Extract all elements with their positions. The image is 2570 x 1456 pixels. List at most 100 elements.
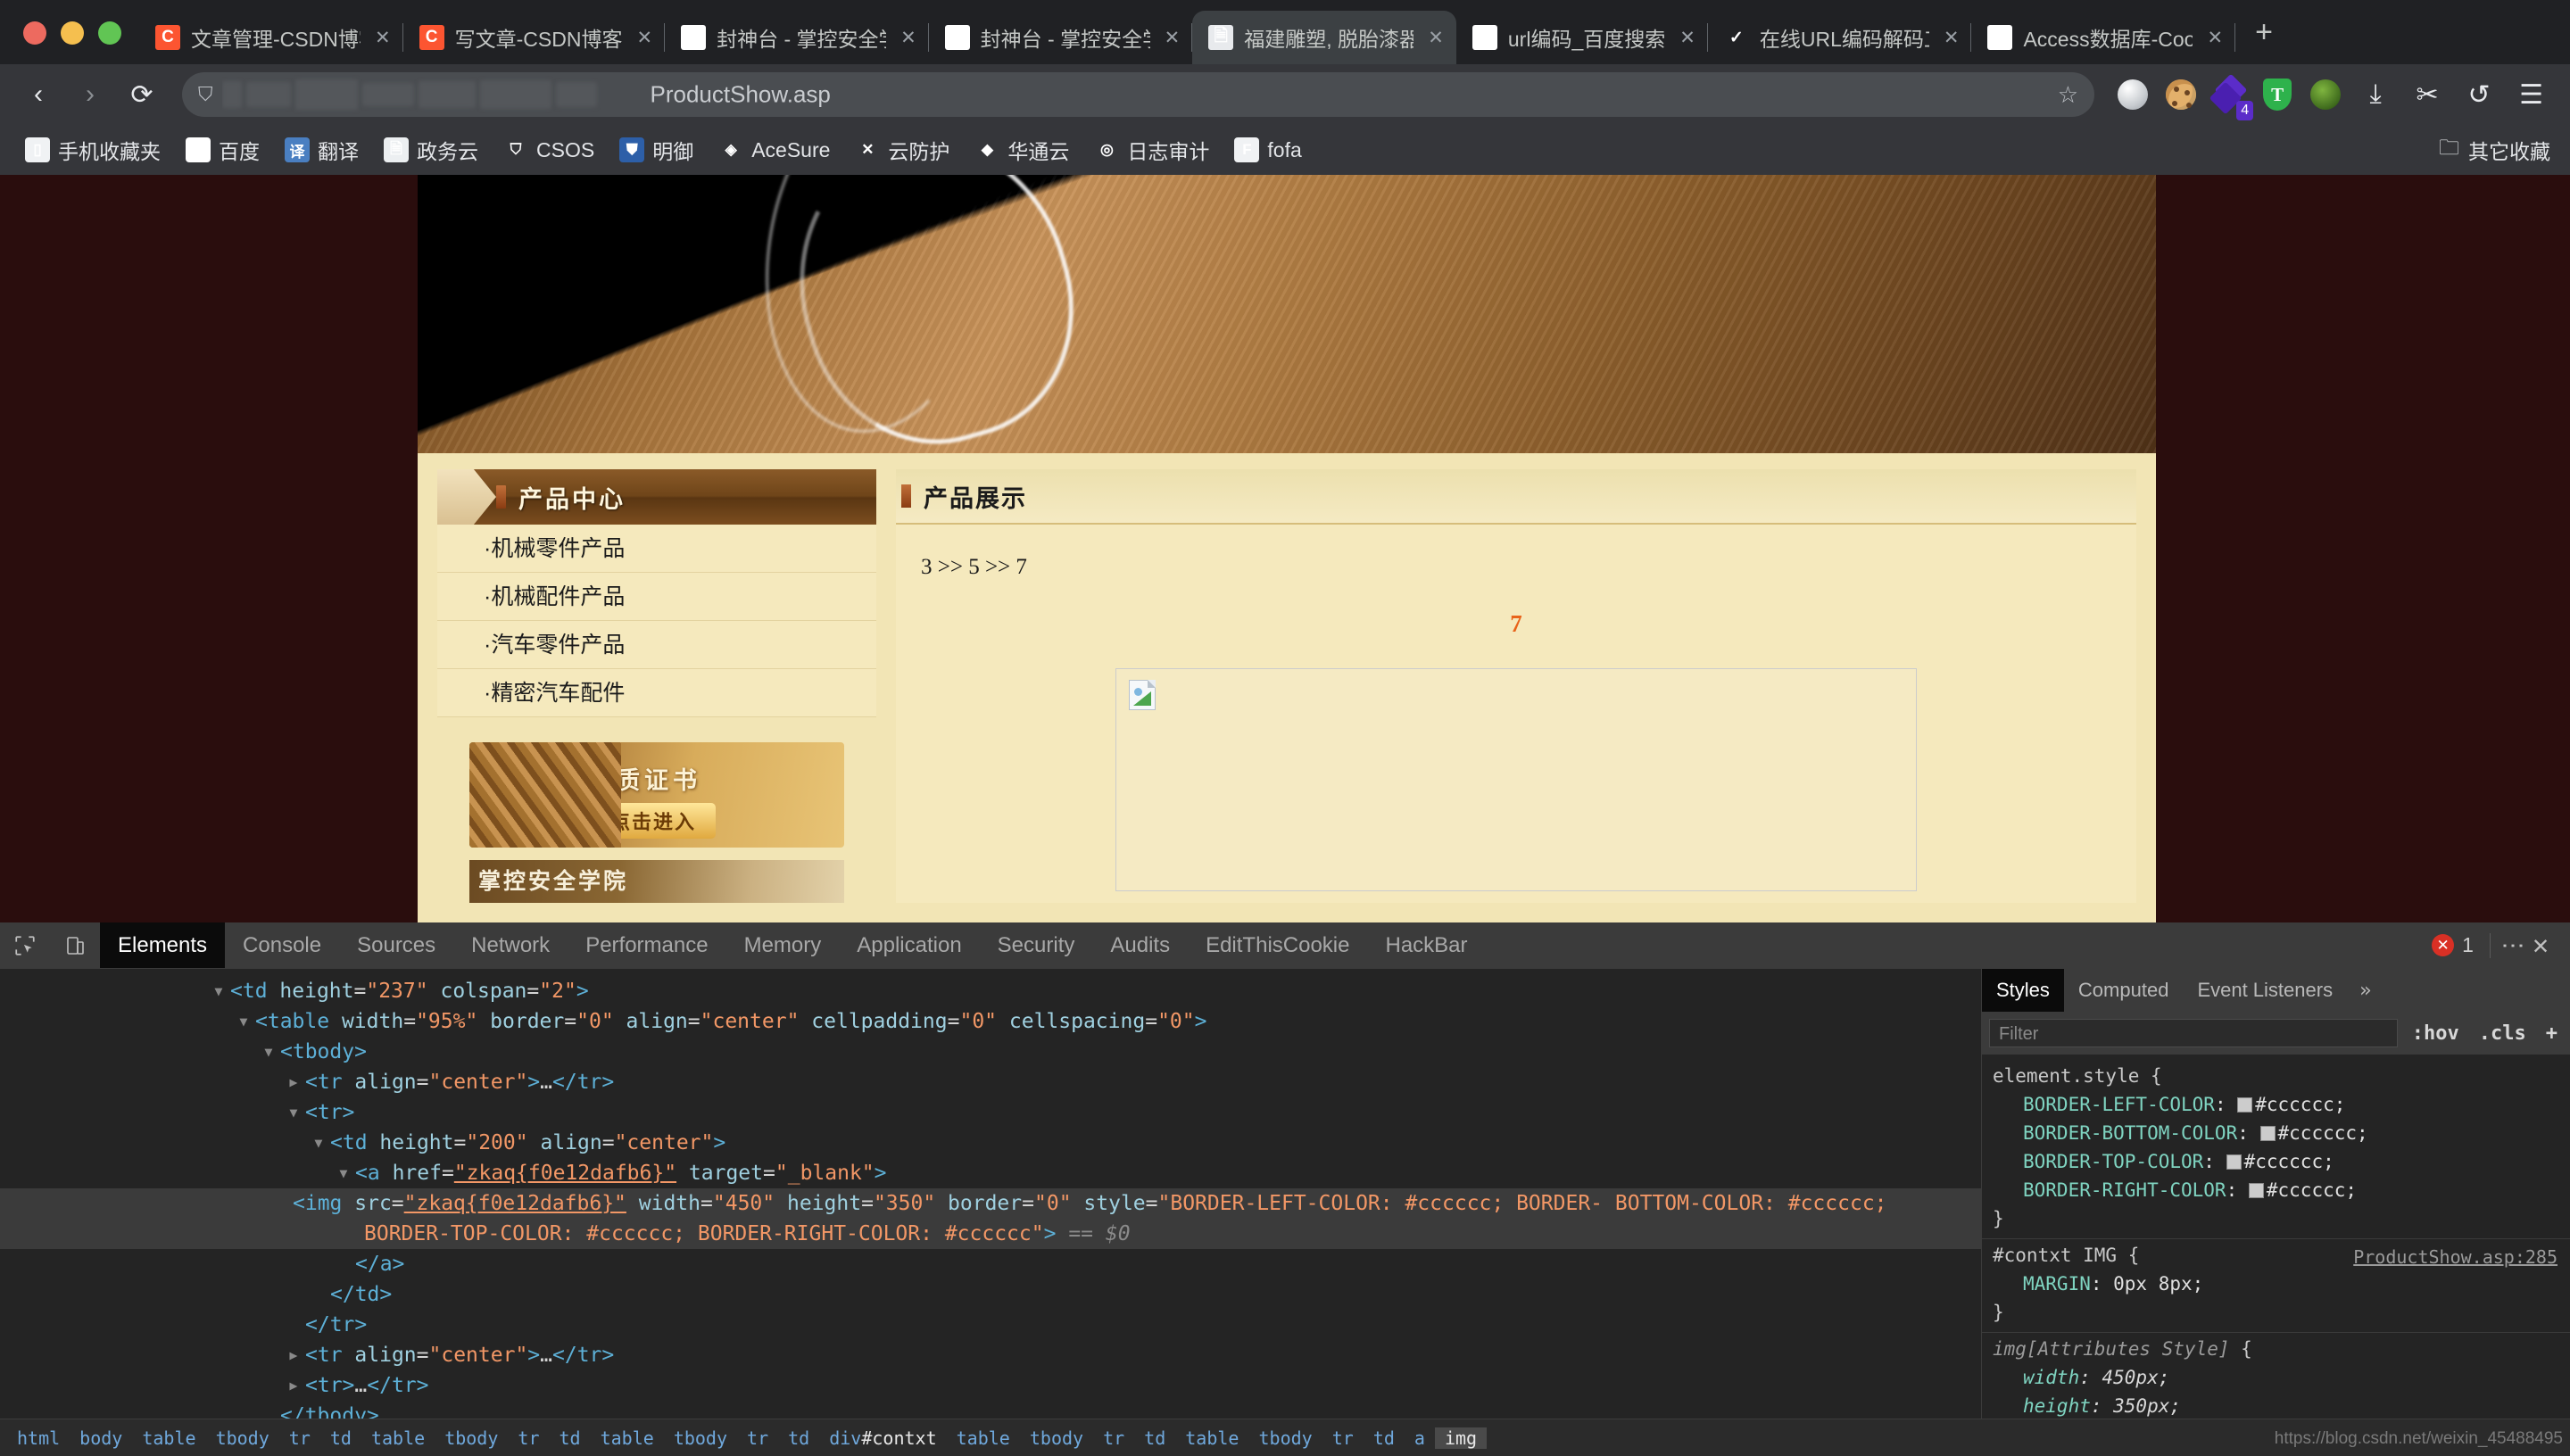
dom-tree-line[interactable]: ▾ <tr> <box>0 1097 1981 1128</box>
sidebar-item-3[interactable]: ·精密汽车配件 <box>437 669 876 717</box>
expand-triangle-icon[interactable] <box>312 1279 330 1310</box>
hov-toggle-button[interactable]: :hov <box>2407 1022 2465 1045</box>
breadcrumb-node-a[interactable]: a <box>1405 1427 1435 1449</box>
dragon-extension-icon[interactable] <box>2303 72 2348 117</box>
devtools-more-button[interactable]: ⋮ <box>2500 934 2526 957</box>
devtools-tab-console[interactable]: Console <box>225 922 339 968</box>
bookmark-6[interactable]: ◈ AceSure <box>706 137 842 162</box>
dom-tree-line[interactable]: ▸ <tr>…</tr> <box>0 1370 1981 1401</box>
download-icon[interactable]: ⤓ <box>2351 70 2400 119</box>
breadcrumb-node-table[interactable]: table <box>1175 1427 1248 1449</box>
breadcrumb-node-td[interactable]: td <box>550 1427 591 1449</box>
other-bookmarks-button[interactable]: 🗀 其它收藏 <box>2439 133 2558 168</box>
new-style-rule-button[interactable]: + <box>2541 1022 2563 1045</box>
breadcrumb-node-tbody[interactable]: tbody <box>664 1427 737 1449</box>
expand-triangle-icon[interactable]: ▾ <box>212 976 230 1006</box>
dom-tree-line[interactable]: </tbody> <box>0 1401 1981 1419</box>
browser-tab-7[interactable]: 冈 Access数据库-Cookie ✕ <box>1971 11 2235 64</box>
breadcrumb-node-table[interactable]: table <box>591 1427 664 1449</box>
dom-tree-line[interactable]: </tr> <box>0 1310 1981 1340</box>
expand-triangle-icon[interactable]: ▸ <box>287 1067 305 1097</box>
expand-triangle-icon[interactable]: ▾ <box>312 1128 330 1158</box>
breadcrumb-node-tr[interactable]: tr <box>508 1427 549 1449</box>
bookmark-3[interactable]: 🗎 政务云 <box>371 135 491 165</box>
bookmark-4[interactable]: ⛉ CSOS <box>491 137 607 162</box>
expand-triangle-icon[interactable]: ▸ <box>287 1370 305 1401</box>
site-info-icon[interactable]: ⛉ <box>198 83 213 106</box>
expand-triangle-icon[interactable]: ▾ <box>237 1006 255 1037</box>
css-property[interactable]: MARGIN <box>1993 1270 2091 1298</box>
browser-tab-6[interactable]: ✓ 在线URL编码解码工具 ✕ <box>1708 11 1972 64</box>
bookmark-1[interactable]: 熊百度 <box>173 135 272 165</box>
new-tab-button[interactable]: + <box>2235 15 2292 64</box>
cookie-extension-icon[interactable] <box>2159 72 2203 117</box>
sidebar-item-1[interactable]: ·机械配件产品 <box>437 573 876 621</box>
tab-close-icon[interactable]: ✕ <box>2207 27 2223 49</box>
globe-extension-icon[interactable] <box>2110 72 2155 117</box>
styles-filter-input[interactable]: Filter <box>1989 1019 2398 1047</box>
browser-tab-3[interactable]: 冈封神台 - 掌控安全学院 ✕ <box>929 11 1193 64</box>
style-rule-2[interactable]: img[Attributes Style] {width: 450px; heig… <box>1982 1333 2570 1419</box>
devtools-tab-network[interactable]: Network <box>453 922 568 968</box>
tab-close-icon[interactable]: ✕ <box>375 27 391 49</box>
css-value[interactable]: : #cccccc; <box>2215 1094 2345 1115</box>
devtools-tab-security[interactable]: Security <box>980 922 1093 968</box>
minimize-window-button[interactable] <box>61 21 84 45</box>
undo-icon[interactable]: ↺ <box>2455 70 2503 119</box>
devtools-tab-hackbar[interactable]: HackBar <box>1367 922 1485 968</box>
breadcrumb-node-html[interactable]: html <box>7 1427 70 1449</box>
rule-selector[interactable]: element.style <box>1993 1065 2139 1087</box>
styles-tab-computed[interactable]: Computed <box>2064 969 2184 1012</box>
error-badge[interactable]: ✕ 1 <box>2432 933 2474 957</box>
browser-tab-2[interactable]: 冈封神台 - 掌控安全学院 ✕ <box>665 11 929 64</box>
address-bar[interactable]: ⛉ ProductShow.asp ☆ <box>182 72 2095 117</box>
device-toolbar-icon[interactable] <box>50 922 100 968</box>
css-value[interactable]: : 350px; <box>2091 1395 2181 1417</box>
css-value[interactable]: : #cccccc; <box>2226 1179 2357 1201</box>
expand-triangle-icon[interactable]: ▸ <box>287 1340 305 1370</box>
browser-menu-button[interactable]: ☰ <box>2507 79 2556 111</box>
breadcrumb-node-td[interactable]: td <box>1134 1427 1175 1449</box>
breadcrumb-node-td[interactable]: td <box>320 1427 361 1449</box>
breadcrumb-node-tr[interactable]: tr <box>279 1427 320 1449</box>
tab-close-icon[interactable]: ✕ <box>1679 27 1695 49</box>
breadcrumb-node-table[interactable]: table <box>132 1427 205 1449</box>
expand-triangle-icon[interactable]: ▾ <box>287 1097 305 1128</box>
dom-tree-pane[interactable]: ▾ <td height="237" colspan="2"> ▾ <table wi… <box>0 969 1981 1419</box>
breadcrumb-node-tr[interactable]: tr <box>1093 1427 1134 1449</box>
css-value[interactable]: : #cccccc; <box>2237 1122 2367 1144</box>
dom-tree-line[interactable]: ▾ <table width="95%" border="0" align="ce… <box>0 1006 1981 1037</box>
color-swatch[interactable] <box>2237 1097 2253 1113</box>
inspect-element-icon[interactable] <box>0 922 50 968</box>
bookmark-7[interactable]: ✕ 云防护 <box>842 135 962 165</box>
css-value[interactable]: : #cccccc; <box>2203 1151 2334 1172</box>
browser-tab-1[interactable]: C 写文章-CSDN博客 ✕ <box>403 11 666 64</box>
sidebar-item-2[interactable]: ·汽车零件产品 <box>437 621 876 669</box>
devtools-tab-application[interactable]: Application <box>839 922 979 968</box>
bookmark-9[interactable]: ◎ 日志审计 <box>1082 135 1222 165</box>
dom-tree-line[interactable]: ▸ <tr align="center">…</tr> <box>0 1067 1981 1097</box>
browser-tab-0[interactable]: C 文章管理-CSDN博客 ✕ <box>139 11 403 64</box>
tab-close-icon[interactable]: ✕ <box>1165 27 1181 49</box>
school-banner[interactable]: 掌控安全学院 <box>469 860 844 903</box>
breadcrumb-node-table[interactable]: table <box>361 1427 435 1449</box>
bookmark-2[interactable]: 译翻译 <box>272 135 371 165</box>
breadcrumb-node-tbody[interactable]: tbody <box>1020 1427 1093 1449</box>
dom-tree-line[interactable]: ▾ <td height="237" colspan="2"> <box>0 976 1981 1006</box>
browser-tab-4[interactable]: 🗎 福建雕塑, 脱胎漆器 ✕ <box>1192 11 1456 64</box>
breadcrumb-node-tr[interactable]: tr <box>1322 1427 1364 1449</box>
rule-selector[interactable]: #contxt IMG <box>1993 1245 2117 1266</box>
breadcrumb-node-tbody[interactable]: tbody <box>1248 1427 1322 1449</box>
tampermonkey-extension-icon[interactable]: T <box>2255 72 2300 117</box>
maximize-window-button[interactable] <box>98 21 121 45</box>
styles-tab-styles[interactable]: Styles <box>1982 969 2064 1012</box>
dom-tree-line[interactable]: ▸ <tr align="center">…</tr> <box>0 1340 1981 1370</box>
tab-close-icon[interactable]: ✕ <box>636 27 652 49</box>
rule-selector[interactable]: img[Attributes Style] <box>1993 1338 2230 1360</box>
breadcrumb-node-tbody[interactable]: tbody <box>206 1427 279 1449</box>
dom-tree-line[interactable]: ▾ <a href="zkaq{f0e12dafb6}" target="_bla… <box>0 1158 1981 1188</box>
tab-close-icon[interactable]: ✕ <box>1944 27 1960 49</box>
back-button[interactable]: ‹ <box>14 70 62 119</box>
style-rule-0[interactable]: element.style {BORDER-LEFT-COLOR: #ccccc… <box>1982 1060 2570 1239</box>
css-property[interactable]: BORDER-RIGHT-COLOR <box>1993 1176 2226 1204</box>
